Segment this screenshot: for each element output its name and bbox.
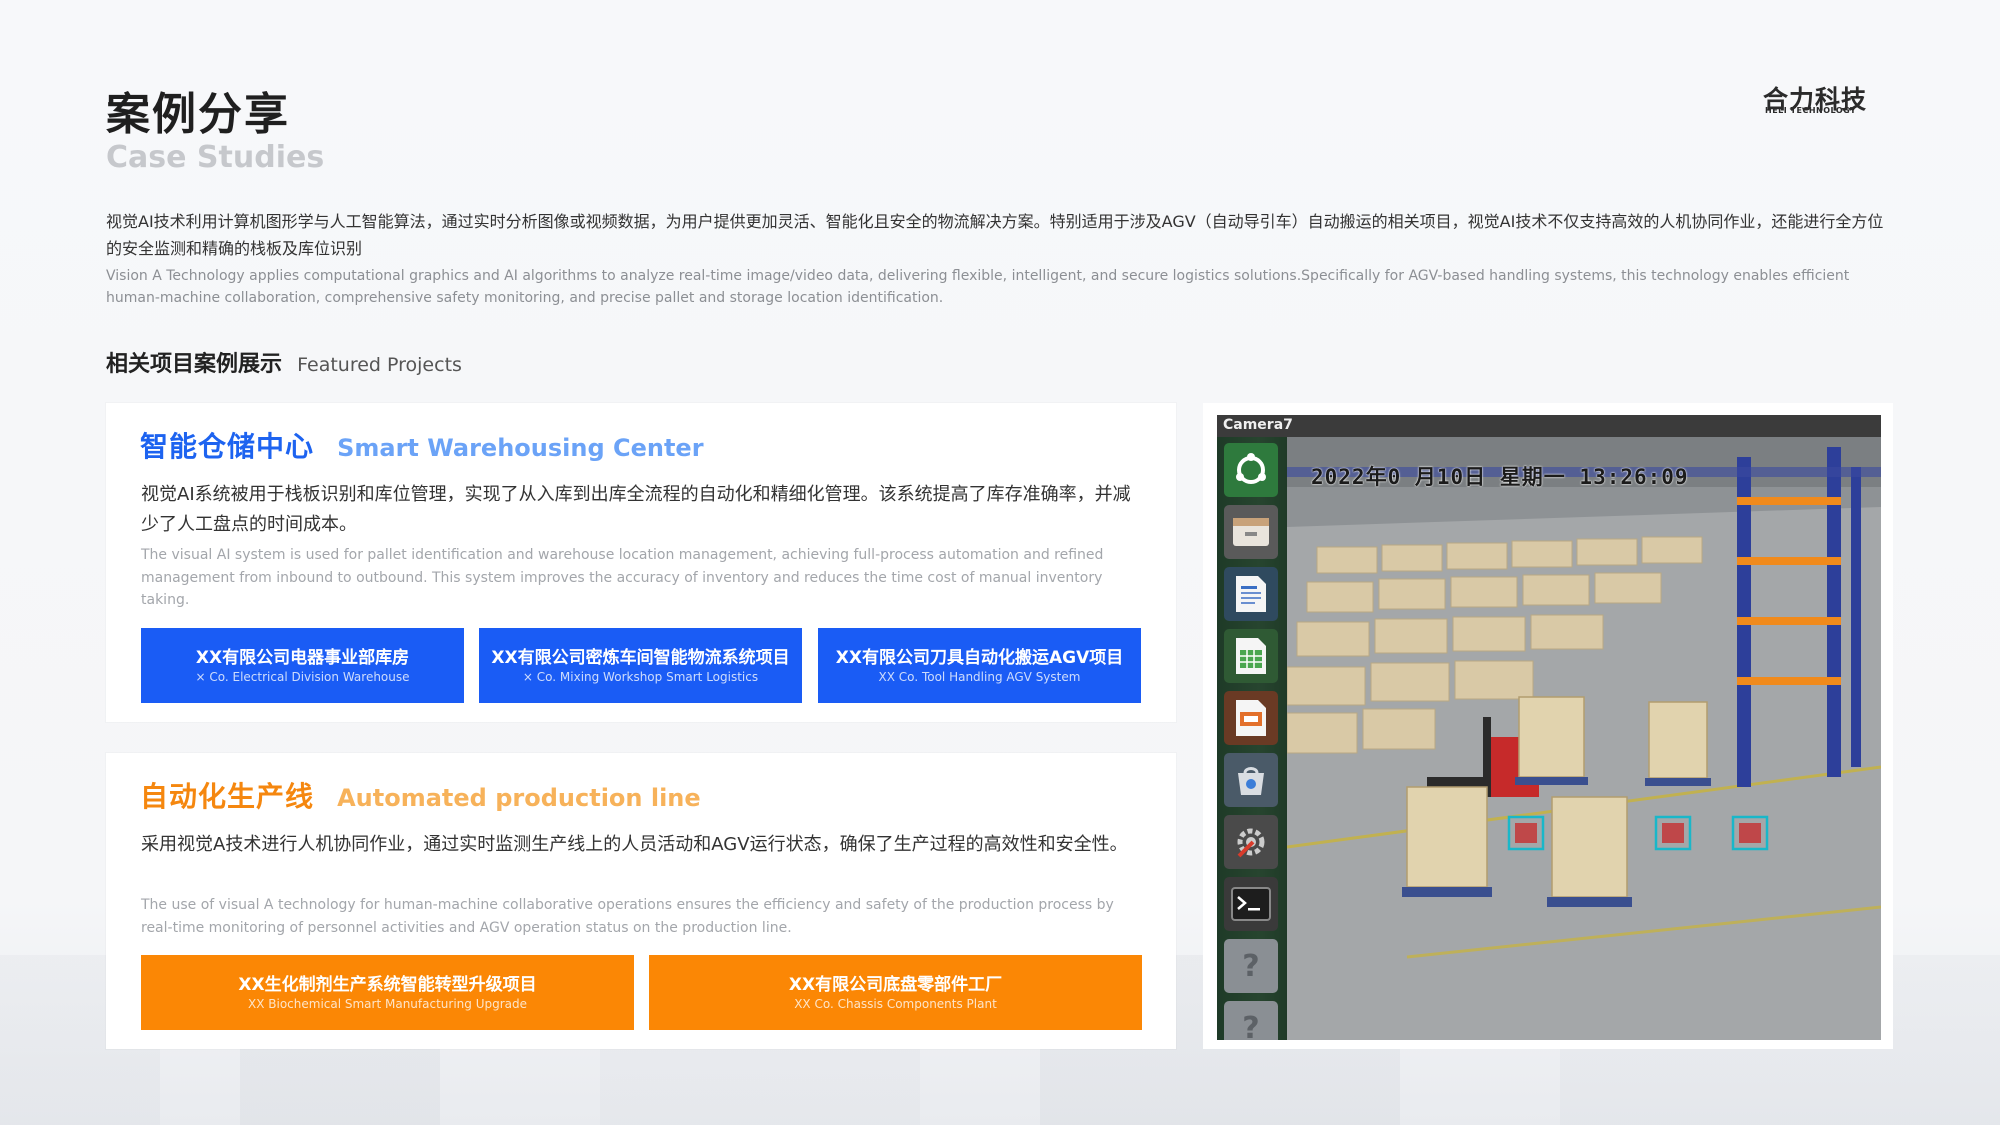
company-logo: 合力科技 HELI TECHNOLOGY (1763, 80, 1893, 116)
card-description-zh: 视觉AI系统被用于栈板识别和库位管理，实现了从入库到出库全流程的自动化和精细化管… (141, 484, 1131, 535)
card-automated-production: 自动化生产线 Automated production line 采用视觉A技术… (106, 753, 1176, 1049)
card-title-en: Smart Warehousing Center (337, 434, 704, 462)
card-description-en: The visual AI system is used for pallet … (141, 547, 1104, 608)
project-label-en: XX Co. Chassis Components Plant (794, 996, 997, 1011)
card-title-en: Automated production line (337, 784, 701, 812)
card-description-zh: 采用视觉A技术进行人机协同作业，通过实时监测生产线上的人员活动和AGV运行状态，… (141, 834, 1128, 855)
ubuntu-icon (1224, 443, 1278, 497)
svg-text:?: ? (1242, 1011, 1259, 1040)
desktop-launcher: ? ? (1217, 437, 1287, 1040)
project-label-en: XX Co. Tool Handling AGV System (878, 669, 1081, 684)
project-label-en: × Co. Electrical Division Warehouse (195, 669, 410, 684)
card-title: 智能仓储中心 Smart Warehousing Center (140, 425, 704, 465)
help-icon: ? (1224, 939, 1278, 993)
project-label-zh: XX有限公司刀具自动化搬运AGV项目 (835, 647, 1124, 668)
camera-label: Camera7 (1223, 417, 1293, 433)
document-icon (1224, 567, 1278, 621)
camera-timestamp: 2022年0 月10日 星期一 13:26:09 (1311, 465, 1689, 489)
intro-text-en: Vision A Technology applies computationa… (106, 268, 1850, 306)
terminal-icon (1224, 877, 1278, 931)
presentation-icon (1224, 691, 1278, 745)
help-icon: ? (1224, 1001, 1278, 1040)
project-label-zh: XX有限公司密炼车间智能物流系统项目 (491, 647, 790, 668)
section-heading: 相关项目案例展示 Featured Projects (106, 346, 462, 378)
spreadsheet-icon (1224, 629, 1278, 683)
card-title-zh: 自动化生产线 (140, 780, 315, 813)
card-description-en: The use of visual A technology for human… (141, 897, 1114, 936)
intro-text-zh: 视觉AI技术利用计算机图形学与人工智能算法，通过实时分析图像或视频数据，为用户提… (106, 212, 1884, 258)
project-label-en: × Co. Mixing Workshop Smart Logistics (522, 669, 759, 684)
warehouse-scene-illustration (1286, 437, 1881, 1040)
camera-image-card: Camera7 ? ? 2022年0 月10日 星期一 13:26:09 (1203, 403, 1893, 1049)
project-button-chassis-plant[interactable]: XX有限公司底盘零部件工厂 XX Co. Chassis Components … (649, 955, 1142, 1030)
camera-feed-screenshot: Camera7 ? ? 2022年0 月10日 星期一 13:26:09 (1217, 415, 1881, 1040)
section-title-zh: 相关项目案例展示 (106, 352, 283, 377)
card-title-zh: 智能仓储中心 (140, 430, 315, 463)
project-label-zh: XX有限公司电器事业部库房 (195, 647, 410, 668)
section-title-en: Featured Projects (297, 354, 462, 376)
settings-icon (1224, 815, 1278, 869)
project-button-tool-agv[interactable]: XX有限公司刀具自动化搬运AGV项目 XX Co. Tool Handling … (818, 628, 1141, 703)
camera-title-bar: Camera7 (1217, 415, 1881, 437)
project-button-biochemical-upgrade[interactable]: XX生化制剂生产系统智能转型升级项目 XX Biochemical Smart … (141, 955, 634, 1030)
svg-text:?: ? (1242, 949, 1259, 984)
warehouse-camera-image: 2022年0 月10日 星期一 13:26:09 (1286, 437, 1881, 1040)
files-icon (1224, 505, 1278, 559)
page-title: 案例分享 (106, 89, 290, 140)
store-icon (1224, 753, 1278, 807)
project-label-zh: XX生化制剂生产系统智能转型升级项目 (238, 974, 537, 995)
project-button-electrical-warehouse[interactable]: XX有限公司电器事业部库房 × Co. Electrical Division … (141, 628, 464, 703)
page-subtitle: Case Studies (106, 140, 325, 175)
project-label-zh: XX有限公司底盘零部件工厂 (788, 974, 1003, 995)
project-button-mixing-workshop[interactable]: XX有限公司密炼车间智能物流系统项目 × Co. Mixing Workshop… (479, 628, 802, 703)
project-label-en: XX Biochemical Smart Manufacturing Upgra… (248, 996, 527, 1011)
logo-subtext: HELI TECHNOLOGY (1765, 106, 1857, 115)
card-smart-warehousing: 智能仓储中心 Smart Warehousing Center 视觉AI系统被用… (106, 403, 1176, 722)
card-title: 自动化生产线 Automated production line (140, 775, 701, 815)
